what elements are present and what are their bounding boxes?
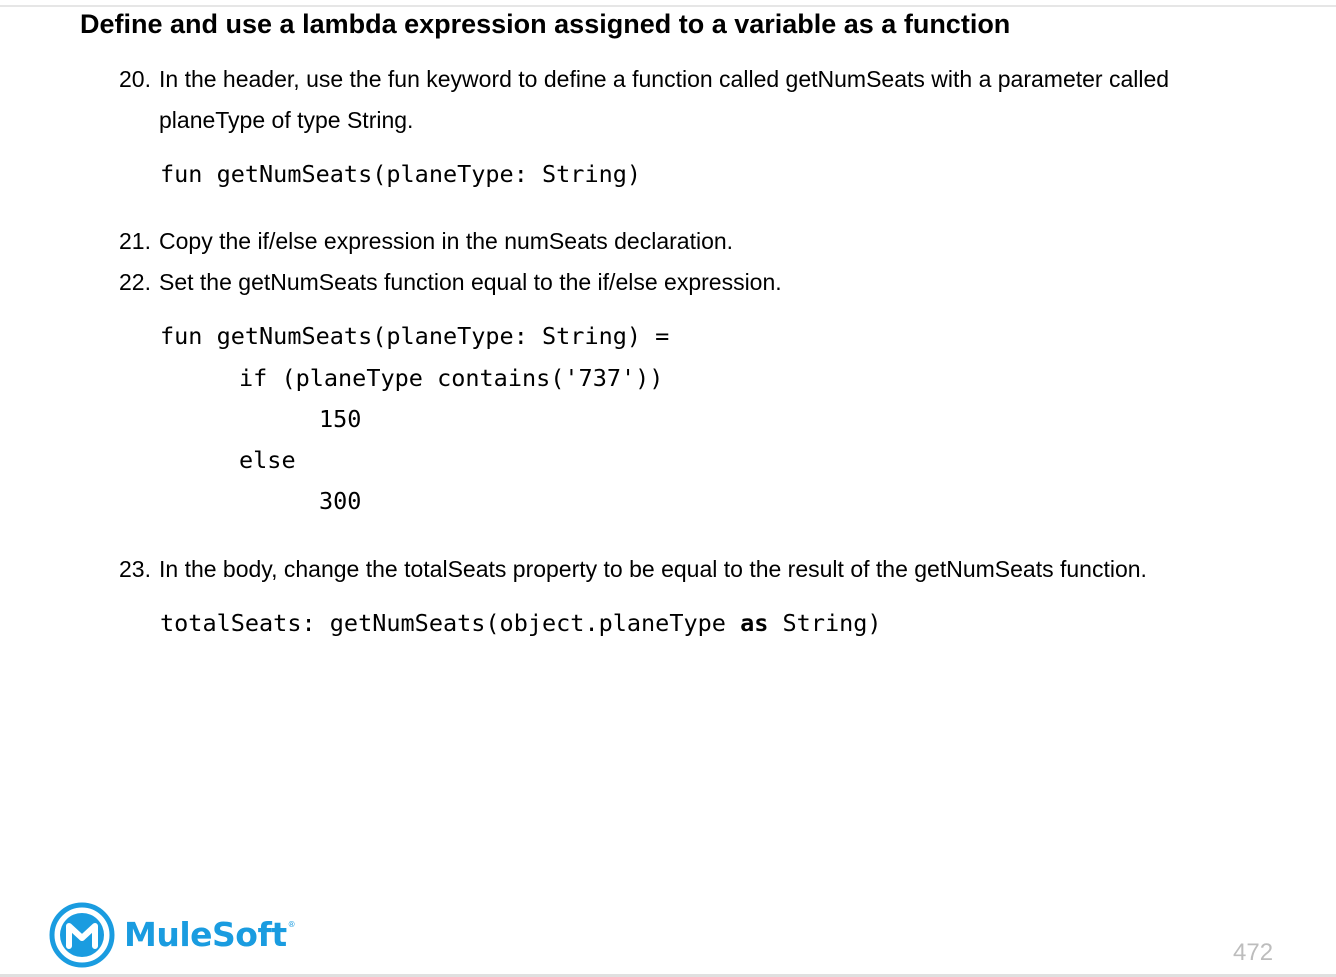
code-line: 300 [319, 487, 362, 515]
code-line: if (planeType contains('737')) [239, 364, 664, 392]
brand-name: MuleSoft [124, 915, 287, 954]
code-block-body: totalSeats: getNumSeats(object.planeType… [160, 603, 882, 644]
code-keyword: as [740, 609, 769, 637]
code-line: 150 [319, 405, 362, 433]
step-number: 21. [119, 228, 151, 254]
mulesoft-logo-icon [49, 902, 115, 968]
step-text: In the body, change the totalSeats prope… [159, 556, 1147, 582]
step-20: 20. In the header, use the fun keyword t… [119, 59, 1269, 141]
step-21: 21. Copy the if/else expression in the n… [119, 221, 1269, 262]
step-number: 22. [119, 269, 151, 295]
step-22: 22. Set the getNumSeats function equal t… [119, 262, 1269, 303]
code-segment: totalSeats: getNumSeats(object.planeType [160, 609, 741, 637]
step-number: 20. [119, 66, 151, 92]
step-text: In the header, use the fun keyword to de… [159, 66, 1170, 133]
step-number: 23. [119, 556, 151, 582]
code-segment: String) [768, 609, 882, 637]
code-line: else [239, 446, 296, 474]
code-line: fun getNumSeats(planeType: String) = [160, 322, 670, 350]
page-title: Define and use a lambda expression assig… [80, 9, 1011, 39]
step-23: 23. In the body, change the totalSeats p… [119, 549, 1269, 590]
mulesoft-logo: MuleSoft ® [49, 902, 296, 968]
trademark-symbol: ® [287, 920, 296, 929]
code-block-header: fun getNumSeats(planeType: String) [160, 160, 642, 188]
step-text: Copy the if/else expression in the numSe… [159, 228, 734, 254]
page-number: 472 [1233, 939, 1274, 966]
step-text: Set the getNumSeats function equal to th… [159, 269, 782, 295]
